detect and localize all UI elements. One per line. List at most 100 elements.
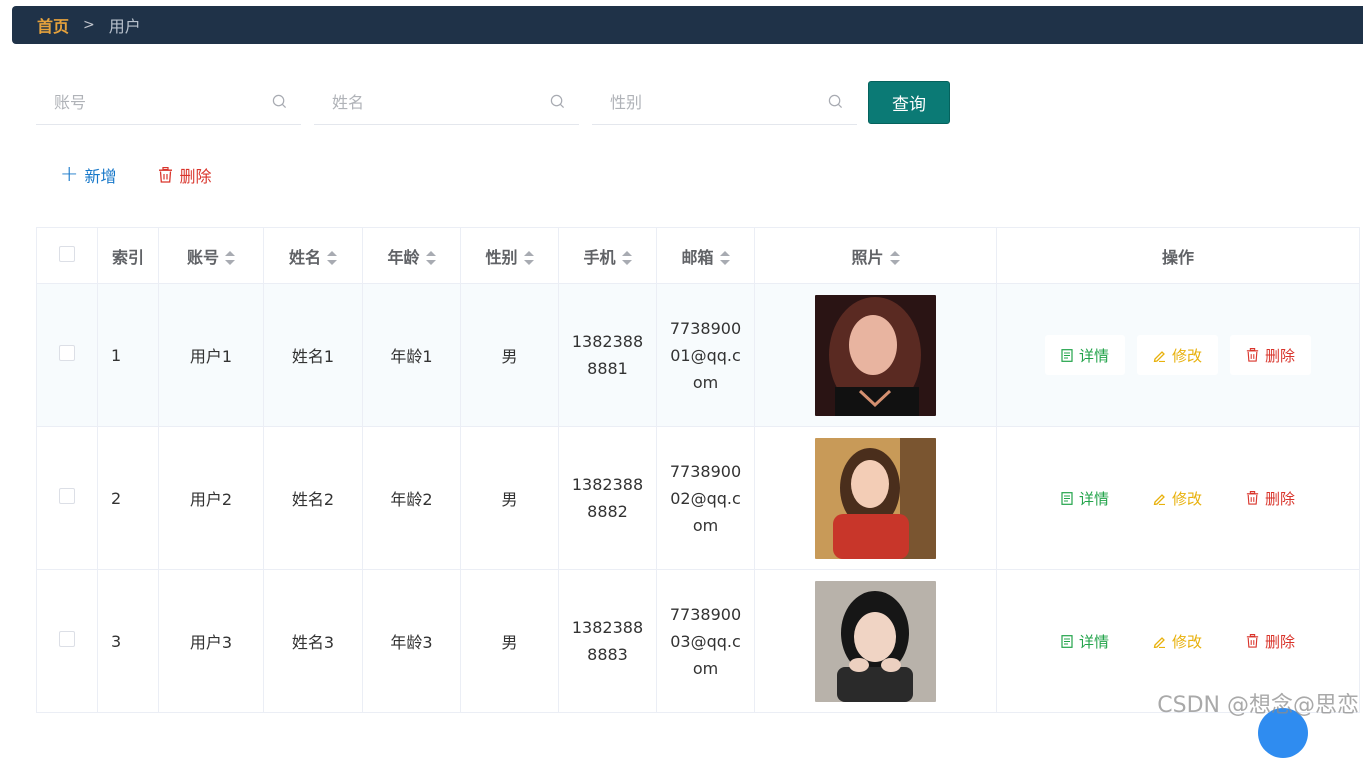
breadcrumb-current: 用户	[109, 13, 141, 37]
detail-button[interactable]: 详情	[1045, 621, 1125, 661]
header-email[interactable]: 邮箱	[657, 228, 755, 284]
detail-button[interactable]: 详情	[1045, 478, 1125, 518]
pencil-icon	[1153, 635, 1166, 648]
delete-label: 删除	[1265, 631, 1295, 652]
user-photo[interactable]	[815, 581, 936, 702]
gender-search-field	[592, 80, 857, 125]
cell-age: 年龄3	[363, 570, 461, 713]
query-button[interactable]: 查询	[868, 81, 950, 124]
cell-age: 年龄1	[363, 284, 461, 427]
header-gender-label: 性别	[485, 248, 517, 267]
header-phone-label: 手机	[583, 248, 615, 267]
header-ops: 操作	[997, 228, 1360, 284]
document-icon	[1061, 635, 1073, 648]
header-gender[interactable]: 性别	[461, 228, 559, 284]
cell-age: 年龄2	[363, 427, 461, 570]
user-photo[interactable]	[815, 295, 936, 416]
cell-name: 姓名1	[264, 284, 363, 427]
cell-index: 1	[98, 284, 159, 427]
detail-label: 详情	[1079, 488, 1109, 509]
cell-photo	[755, 427, 997, 570]
watermark: CSDN @想念@思恋	[1157, 687, 1359, 719]
header-index-label: 索引	[112, 248, 144, 267]
sort-icon[interactable]	[890, 251, 900, 265]
gender-input[interactable]	[592, 80, 857, 124]
breadcrumb-home[interactable]: 首页	[37, 13, 69, 37]
cell-phone: 13823888883	[559, 570, 657, 713]
trash-icon	[158, 167, 173, 183]
sort-icon[interactable]	[622, 251, 632, 265]
sort-icon[interactable]	[225, 251, 235, 265]
edit-button[interactable]: 修改	[1137, 621, 1218, 661]
search-icon	[550, 94, 565, 109]
pencil-icon	[1153, 349, 1166, 362]
delete-button[interactable]: 删除	[1230, 478, 1311, 518]
select-all-checkbox[interactable]	[59, 246, 75, 262]
row-checkbox[interactable]	[59, 488, 75, 504]
row-checkbox[interactable]	[59, 631, 75, 647]
sort-icon[interactable]	[426, 251, 436, 265]
add-button[interactable]: + 新增	[60, 163, 116, 187]
delete-button[interactable]: 删除	[1230, 335, 1311, 375]
header-index: 索引	[98, 228, 159, 284]
breadcrumb-separator: >	[83, 17, 95, 33]
cell-gender: 男	[461, 427, 559, 570]
delete-button[interactable]: 删除	[1230, 621, 1311, 661]
cell-phone: 13823888882	[559, 427, 657, 570]
edit-label: 修改	[1172, 345, 1202, 366]
cell-name: 姓名3	[264, 570, 363, 713]
account-input[interactable]	[36, 80, 301, 124]
batch-delete-button[interactable]: 删除	[158, 163, 211, 187]
edit-label: 修改	[1172, 631, 1202, 652]
sort-icon[interactable]	[327, 251, 337, 265]
row-select-cell	[37, 427, 98, 570]
header-name[interactable]: 姓名	[264, 228, 363, 284]
cell-photo	[755, 570, 997, 713]
cell-index: 3	[98, 570, 159, 713]
header-photo-label: 照片	[851, 248, 883, 267]
cell-email: 773890003@qq.com	[657, 570, 755, 713]
row-select-cell	[37, 284, 98, 427]
breadcrumb-bar: 首页 > 用户	[12, 6, 1363, 44]
search-bar: 查询	[36, 80, 870, 125]
add-button-label: 新增	[84, 163, 116, 187]
name-input[interactable]	[314, 80, 579, 124]
row-select-cell	[37, 570, 98, 713]
detail-label: 详情	[1079, 345, 1109, 366]
search-icon	[272, 94, 287, 109]
cell-gender: 男	[461, 284, 559, 427]
header-age-label: 年龄	[387, 248, 419, 267]
header-age[interactable]: 年龄	[363, 228, 461, 284]
document-icon	[1061, 349, 1073, 362]
header-account-label: 账号	[187, 248, 219, 267]
row-checkbox[interactable]	[59, 345, 75, 361]
pencil-icon	[1153, 492, 1166, 505]
cell-gender: 男	[461, 570, 559, 713]
header-account[interactable]: 账号	[159, 228, 264, 284]
sort-icon[interactable]	[524, 251, 534, 265]
cell-index: 2	[98, 427, 159, 570]
trash-icon	[1246, 634, 1259, 648]
sort-icon[interactable]	[720, 251, 730, 265]
batch-delete-label: 删除	[179, 163, 211, 187]
edit-button[interactable]: 修改	[1137, 335, 1218, 375]
name-search-field	[314, 80, 579, 125]
cell-account: 用户1	[159, 284, 264, 427]
delete-label: 删除	[1265, 345, 1295, 366]
header-phone[interactable]: 手机	[559, 228, 657, 284]
edit-label: 修改	[1172, 488, 1202, 509]
cell-name: 姓名2	[264, 427, 363, 570]
edit-button[interactable]: 修改	[1137, 478, 1218, 518]
trash-icon	[1246, 348, 1259, 362]
header-name-label: 姓名	[289, 248, 321, 267]
cell-account: 用户2	[159, 427, 264, 570]
user-table: 索引 账号 姓名 年龄 性别 手机 邮箱 照片 操作 1 用户1 姓名1 年龄1…	[36, 227, 1363, 713]
account-search-field	[36, 80, 301, 125]
header-email-label: 邮箱	[681, 248, 713, 267]
cell-phone: 13823888881	[559, 284, 657, 427]
header-photo[interactable]: 照片	[755, 228, 997, 284]
cell-account: 用户3	[159, 570, 264, 713]
select-all-cell	[37, 228, 98, 284]
user-photo[interactable]	[815, 438, 936, 559]
detail-button[interactable]: 详情	[1045, 335, 1125, 375]
